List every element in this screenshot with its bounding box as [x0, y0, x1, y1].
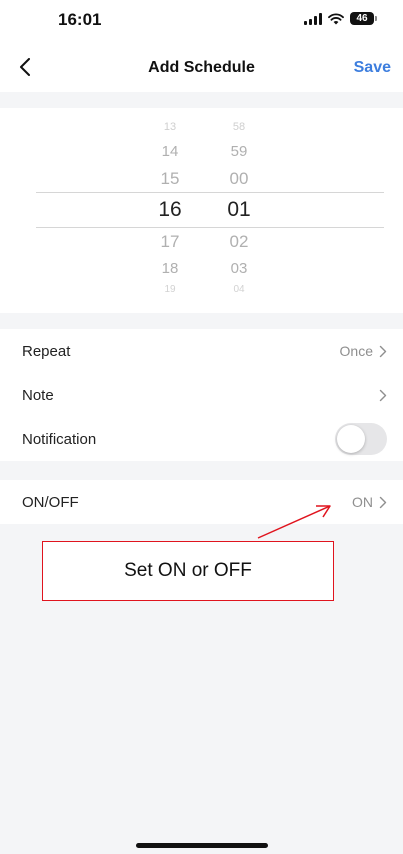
annotation-text: Set ON or OFF [124, 560, 252, 581]
chevron-right-icon [379, 345, 387, 357]
save-button[interactable]: Save [354, 59, 391, 77]
minute-option[interactable]: 58 [209, 121, 269, 133]
minute-option[interactable]: 59 [209, 143, 269, 160]
minute-option[interactable]: 00 [209, 169, 269, 189]
hour-option[interactable]: 13 [140, 121, 200, 133]
annotation-arrow-icon [257, 505, 331, 539]
notification-row: Notification [0, 417, 403, 461]
chevron-right-icon [379, 496, 387, 508]
battery-icon: 46 [350, 12, 377, 25]
repeat-row[interactable]: Repeat Once [0, 329, 403, 373]
time-picker[interactable]: 13 14 15 16 17 18 19 58 59 00 01 02 03 0… [0, 108, 403, 313]
hour-option[interactable]: 15 [140, 169, 200, 189]
notification-label: Notification [22, 430, 97, 448]
hour-option[interactable]: 17 [140, 232, 200, 252]
home-indicator[interactable] [136, 843, 268, 848]
battery-level: 46 [350, 12, 374, 25]
minute-option[interactable]: 04 [209, 284, 269, 295]
minute-option[interactable]: 03 [209, 260, 269, 277]
hour-option[interactable]: 18 [140, 260, 200, 277]
minute-option-selected[interactable]: 01 [209, 198, 269, 222]
page-title: Add Schedule [148, 59, 255, 76]
hour-wheel[interactable]: 13 14 15 16 17 18 19 [140, 108, 200, 313]
status-bar: 16:01 46 [0, 0, 403, 44]
onoff-label: ON/OFF [22, 493, 79, 511]
hour-option[interactable]: 19 [140, 284, 200, 295]
notification-toggle[interactable] [335, 423, 387, 455]
minute-option[interactable]: 02 [209, 232, 269, 252]
onoff-group: ON/OFF ON [0, 480, 403, 524]
onoff-value: ON [352, 494, 373, 510]
note-row[interactable]: Note [0, 373, 403, 417]
chevron-right-icon [379, 389, 387, 401]
onoff-row[interactable]: ON/OFF ON [0, 480, 403, 524]
repeat-value: Once [339, 343, 373, 359]
cellular-signal-icon [304, 12, 322, 25]
settings-group: Repeat Once Note Notification [0, 329, 403, 461]
hour-option[interactable]: 14 [140, 143, 200, 160]
note-label: Note [22, 386, 54, 404]
hour-option-selected[interactable]: 16 [140, 198, 200, 222]
minute-wheel[interactable]: 58 59 00 01 02 03 04 [209, 108, 269, 313]
nav-bar: Add Schedule Save [0, 44, 403, 92]
status-icons: 46 [304, 12, 377, 25]
annotation-callout: Set ON or OFF [42, 541, 334, 601]
wifi-icon [328, 12, 344, 24]
status-time: 16:01 [58, 10, 102, 29]
toggle-knob [337, 425, 365, 453]
repeat-label: Repeat [22, 342, 71, 360]
